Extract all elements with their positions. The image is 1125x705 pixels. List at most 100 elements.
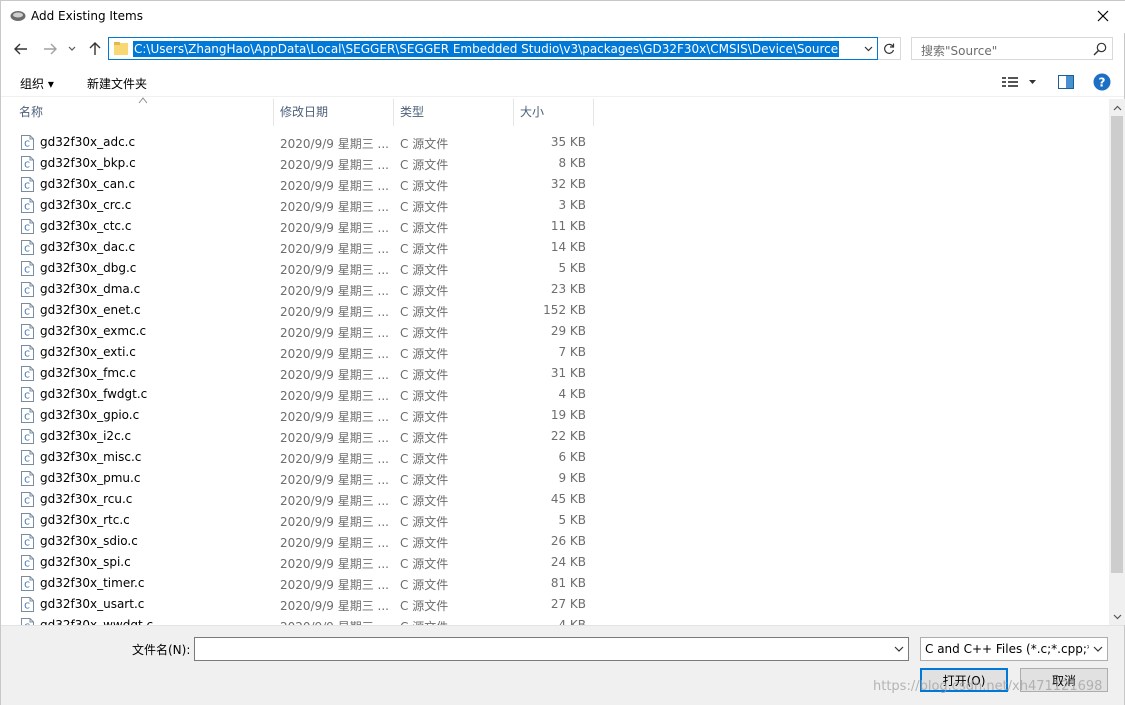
file-name[interactable]: gd32f30x_misc.c: [40, 450, 141, 464]
file-name[interactable]: gd32f30x_gpio.c: [40, 408, 139, 422]
svg-text:C: C: [24, 371, 30, 380]
file-type: C 源文件: [400, 599, 449, 613]
file-row[interactable]: Cgd32f30x_exti.c 2020/9/9 星期三 ... C 源文件 7 K…: [1, 342, 1109, 363]
file-row[interactable]: Cgd32f30x_enet.c 2020/9/9 星期三 ... C 源文件 152…: [1, 300, 1109, 321]
file-row[interactable]: Cgd32f30x_usart.c 2020/9/9 星期三 ... C 源文件 27…: [1, 594, 1109, 615]
file-name[interactable]: gd32f30x_exti.c: [40, 345, 136, 359]
column-header-name[interactable]: 名称: [13, 99, 274, 126]
chevron-down-icon[interactable]: [894, 643, 904, 655]
svg-text:?: ?: [1099, 76, 1106, 90]
file-row[interactable]: Cgd32f30x_ctc.c 2020/9/9 星期三 ... C 源文件 11 K…: [1, 216, 1109, 237]
file-row[interactable]: Cgd32f30x_can.c 2020/9/9 星期三 ... C 源文件 32 K…: [1, 174, 1109, 195]
scroll-up-button[interactable]: [1109, 99, 1125, 116]
preview-pane-icon[interactable]: [1058, 75, 1074, 89]
file-name[interactable]: gd32f30x_dac.c: [40, 240, 135, 254]
search-icon[interactable]: [1093, 42, 1107, 56]
address-bar[interactable]: C:\Users\ZhangHao\AppData\Local\SEGGER\S…: [108, 37, 878, 60]
refresh-button[interactable]: [878, 37, 901, 60]
file-row[interactable]: Cgd32f30x_dma.c 2020/9/9 星期三 ... C 源文件 23 K…: [1, 279, 1109, 300]
c-file-icon: C: [21, 303, 34, 318]
command-bar: 组织 ▾ 新建文件夹 ?: [1, 67, 1124, 97]
file-type: C 源文件: [400, 158, 449, 172]
file-size: 81 KB: [550, 576, 586, 590]
file-row[interactable]: Cgd32f30x_pmu.c 2020/9/9 星期三 ... C 源文件 9 KB: [1, 468, 1109, 489]
file-row[interactable]: Cgd32f30x_crc.c 2020/9/9 星期三 ... C 源文件 3 KB: [1, 195, 1109, 216]
window-title: Add Existing Items: [31, 9, 143, 23]
column-header-size[interactable]: 大小: [514, 99, 594, 126]
file-row[interactable]: Cgd32f30x_wwdgt.c 2020/9/9 星期三 ... C 源文件 4 …: [1, 615, 1109, 625]
file-type-filter-value[interactable]: C and C++ Files (*.c;*.cpp;*.c: [925, 642, 1089, 656]
help-icon[interactable]: ?: [1093, 73, 1111, 91]
file-name[interactable]: gd32f30x_spi.c: [40, 555, 131, 569]
file-name[interactable]: gd32f30x_dbg.c: [40, 261, 136, 275]
file-name[interactable]: gd32f30x_dma.c: [40, 282, 140, 296]
file-name[interactable]: gd32f30x_bkp.c: [40, 156, 136, 170]
file-name[interactable]: gd32f30x_wwdgt.c: [40, 618, 153, 625]
file-row[interactable]: Cgd32f30x_spi.c 2020/9/9 星期三 ... C 源文件 24 K…: [1, 552, 1109, 573]
file-type: C 源文件: [400, 452, 449, 466]
chevron-down-icon[interactable]: [1093, 643, 1103, 655]
file-row[interactable]: Cgd32f30x_adc.c 2020/9/9 星期三 ... C 源文件 35 K…: [1, 132, 1109, 153]
file-type: C 源文件: [400, 137, 449, 151]
address-dropdown[interactable]: [861, 41, 875, 56]
svg-text:C: C: [24, 245, 30, 254]
file-name[interactable]: gd32f30x_can.c: [40, 177, 135, 191]
file-row[interactable]: Cgd32f30x_misc.c 2020/9/9 星期三 ... C 源文件 6 K…: [1, 447, 1109, 468]
file-date: 2020/9/9 星期三 ...: [280, 431, 389, 445]
back-arrow-icon: [14, 43, 27, 55]
column-header-type[interactable]: 类型: [394, 99, 514, 126]
file-row[interactable]: Cgd32f30x_exmc.c 2020/9/9 星期三 ... C 源文件 29 …: [1, 321, 1109, 342]
address-path[interactable]: C:\Users\ZhangHao\AppData\Local\SEGGER\S…: [133, 41, 840, 57]
c-file-icon: C: [21, 576, 34, 591]
file-name[interactable]: gd32f30x_enet.c: [40, 303, 141, 317]
view-options-icon[interactable]: [1002, 76, 1042, 88]
file-row[interactable]: Cgd32f30x_rtc.c 2020/9/9 星期三 ... C 源文件 5 KB: [1, 510, 1109, 531]
file-name[interactable]: gd32f30x_exmc.c: [40, 324, 146, 338]
file-date: 2020/9/9 星期三 ...: [280, 221, 389, 235]
file-name[interactable]: gd32f30x_rcu.c: [40, 492, 132, 506]
file-row[interactable]: Cgd32f30x_fmc.c 2020/9/9 星期三 ... C 源文件 31 K…: [1, 363, 1109, 384]
file-row[interactable]: Cgd32f30x_bkp.c 2020/9/9 星期三 ... C 源文件 8 KB: [1, 153, 1109, 174]
vertical-scrollbar[interactable]: [1109, 99, 1125, 625]
file-name[interactable]: gd32f30x_fmc.c: [40, 366, 136, 380]
recent-locations-button[interactable]: [63, 38, 81, 60]
c-file-icon: C: [21, 618, 34, 625]
organize-menu[interactable]: 组织 ▾: [20, 75, 54, 92]
file-name[interactable]: gd32f30x_pmu.c: [40, 471, 140, 485]
forward-button[interactable]: [39, 38, 61, 60]
c-file-icon: C: [21, 177, 34, 192]
file-row[interactable]: Cgd32f30x_timer.c 2020/9/9 星期三 ... C 源文件 81…: [1, 573, 1109, 594]
file-size: 26 KB: [550, 534, 586, 548]
file-date: 2020/9/9 星期三 ...: [280, 599, 389, 613]
file-row[interactable]: Cgd32f30x_rcu.c 2020/9/9 星期三 ... C 源文件 45 K…: [1, 489, 1109, 510]
file-name[interactable]: gd32f30x_adc.c: [40, 135, 135, 149]
file-row[interactable]: Cgd32f30x_i2c.c 2020/9/9 星期三 ... C 源文件 22 K…: [1, 426, 1109, 447]
file-name[interactable]: gd32f30x_fwdgt.c: [40, 387, 147, 401]
file-name[interactable]: gd32f30x_i2c.c: [40, 429, 131, 443]
svg-text:C: C: [24, 203, 30, 212]
file-name[interactable]: gd32f30x_rtc.c: [40, 513, 130, 527]
up-button[interactable]: [84, 38, 106, 60]
file-name[interactable]: gd32f30x_timer.c: [40, 576, 144, 590]
back-button[interactable]: [10, 38, 32, 60]
file-row[interactable]: Cgd32f30x_dbg.c 2020/9/9 星期三 ... C 源文件 5 KB: [1, 258, 1109, 279]
file-size: 6 KB: [558, 450, 586, 464]
file-row[interactable]: Cgd32f30x_gpio.c 2020/9/9 星期三 ... C 源文件 19 …: [1, 405, 1109, 426]
file-name[interactable]: gd32f30x_sdio.c: [40, 534, 138, 548]
file-name[interactable]: gd32f30x_ctc.c: [40, 219, 131, 233]
scroll-thumb[interactable]: [1111, 116, 1123, 573]
column-header-date[interactable]: 修改日期: [274, 99, 394, 126]
file-row[interactable]: Cgd32f30x_fwdgt.c 2020/9/9 星期三 ... C 源文件 4 …: [1, 384, 1109, 405]
filename-input[interactable]: [194, 637, 909, 661]
file-row[interactable]: Cgd32f30x_dac.c 2020/9/9 星期三 ... C 源文件 14 K…: [1, 237, 1109, 258]
file-name[interactable]: gd32f30x_usart.c: [40, 597, 144, 611]
file-type-filter[interactable]: C and C++ Files (*.c;*.cpp;*.c: [920, 637, 1108, 661]
file-name[interactable]: gd32f30x_crc.c: [40, 198, 131, 212]
file-size: 3 KB: [558, 198, 586, 212]
search-box[interactable]: 搜索"Source": [911, 37, 1113, 60]
scroll-down-button[interactable]: [1109, 608, 1125, 625]
new-folder-button[interactable]: 新建文件夹: [87, 75, 147, 92]
file-row[interactable]: Cgd32f30x_sdio.c 2020/9/9 星期三 ... C 源文件 26 …: [1, 531, 1109, 552]
close-button[interactable]: [1080, 1, 1125, 31]
search-placeholder[interactable]: 搜索"Source": [921, 42, 997, 59]
